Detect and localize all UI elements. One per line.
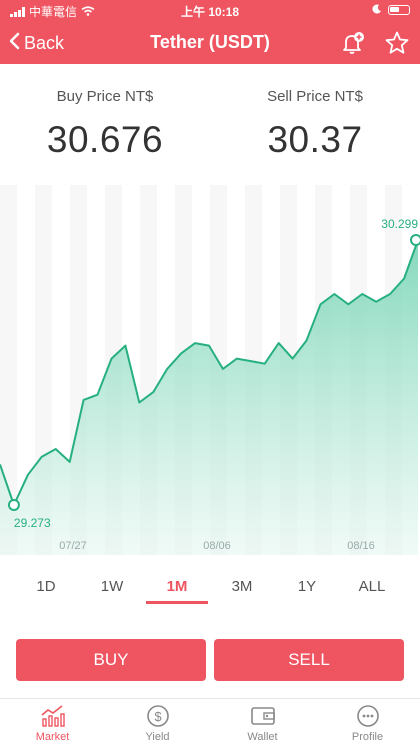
market-icon [0, 703, 105, 729]
sell-price-block: Sell Price NT$ 30.37 [210, 88, 420, 161]
tab-yield-label: Yield [145, 731, 170, 743]
chart-x-tick-label: 08/16 [347, 540, 375, 552]
buy-button[interactable]: BUY [16, 639, 206, 681]
range-all[interactable]: ALL [340, 578, 404, 595]
yield-icon: $ [105, 703, 210, 729]
chart-x-tick-label: 08/06 [203, 540, 231, 552]
tab-profile-label: Profile [351, 731, 384, 743]
app-header: 中華電信 上午 10:18 Back Tether (USDT) [0, 0, 420, 64]
nav-bar: Back Tether (USDT) [0, 24, 420, 64]
chart-x-tick-label: 07/27 [59, 540, 87, 552]
range-1y[interactable]: 1Y [275, 578, 339, 595]
bell-plus-icon[interactable] [338, 28, 368, 58]
battery-icon [388, 5, 410, 15]
moon-icon [372, 3, 382, 17]
chart-max-label: 30.299 [381, 217, 418, 231]
range-1w[interactable]: 1W [80, 578, 144, 595]
range-3m[interactable]: 3M [210, 578, 274, 595]
tab-wallet[interactable]: Wallet [210, 703, 315, 743]
nav-actions [338, 28, 412, 58]
chart-min-point [7, 499, 20, 511]
svg-text:$: $ [154, 709, 162, 724]
chart-min-label: 29.273 [14, 516, 51, 530]
chart-max-point [410, 234, 420, 246]
status-bar: 中華電信 上午 10:18 [0, 0, 420, 20]
tab-yield[interactable]: $ Yield [105, 703, 210, 743]
star-icon[interactable] [382, 28, 412, 58]
profile-icon [315, 703, 420, 729]
range-selector: 1D 1W 1M 3M 1Y ALL [0, 570, 420, 610]
status-time: 上午 10:18 [180, 5, 240, 19]
price-chart: 29.273 30.299 07/27 08/06 08/16 [0, 185, 420, 555]
range-1m[interactable]: 1M [145, 578, 209, 595]
buy-price-value: 30.676 [46, 119, 164, 160]
status-right [372, 3, 410, 17]
sell-price-label: Sell Price NT$ [267, 88, 363, 105]
buy-price-block: Buy Price NT$ 30.676 [0, 88, 210, 161]
wallet-icon [210, 703, 315, 729]
range-1d[interactable]: 1D [14, 578, 78, 595]
buy-price-label: Buy Price NT$ [56, 88, 154, 105]
tab-bar: Market $ Yield Wallet Profile [0, 698, 420, 748]
range-active-indicator [146, 601, 208, 604]
tab-market-label: Market [35, 731, 70, 743]
sell-price-value: 30.37 [267, 119, 363, 160]
sell-button[interactable]: SELL [214, 639, 404, 681]
tab-market[interactable]: Market [0, 703, 105, 743]
tab-wallet-label: Wallet [247, 731, 278, 743]
tab-profile[interactable]: Profile [315, 703, 420, 743]
